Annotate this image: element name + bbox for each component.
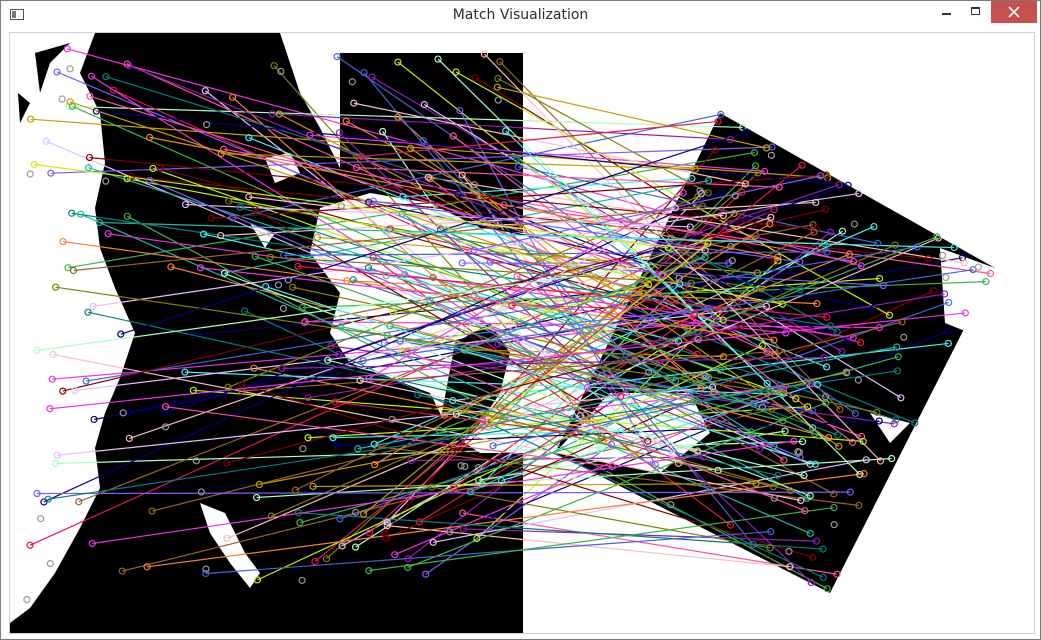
maximize-button[interactable] xyxy=(961,1,991,23)
minimize-button[interactable] xyxy=(931,1,961,23)
app-window: Match Visualization xyxy=(0,0,1041,640)
match-visualization-canvas xyxy=(9,32,1035,634)
window-title: Match Visualization xyxy=(452,7,589,23)
match-visualization-image xyxy=(10,33,1034,633)
close-icon xyxy=(1008,6,1020,18)
title-bar[interactable]: Match Visualization xyxy=(1,1,1040,31)
close-button[interactable] xyxy=(991,1,1037,23)
